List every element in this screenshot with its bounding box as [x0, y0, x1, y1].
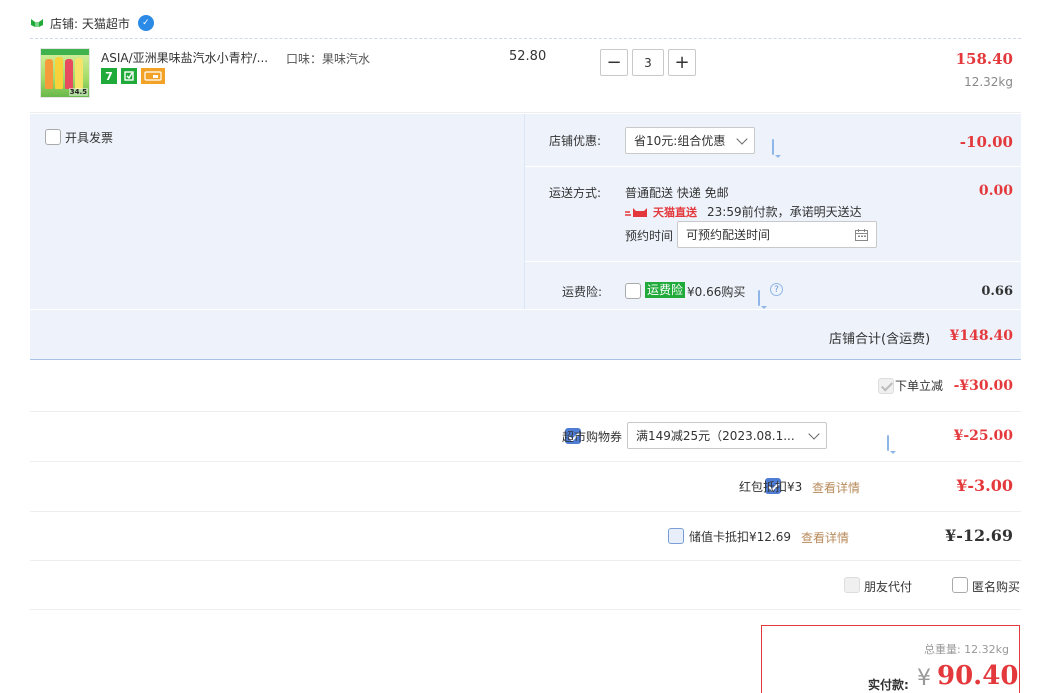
red-packet-label[interactable]: 红包抵扣¥3	[739, 478, 802, 495]
tmall-cat-icon	[625, 206, 651, 218]
insurance-label: 运费险:	[562, 285, 603, 299]
product-image[interactable]: 34.5	[40, 48, 90, 98]
shop-header: 店铺: 天猫超市 ✓	[30, 14, 154, 32]
guarantee-icon[interactable]	[121, 68, 137, 84]
insurance-checkbox[interactable]	[625, 283, 641, 299]
shipping-label: 运送方式:	[549, 186, 602, 200]
invoice-checkbox[interactable]	[45, 129, 61, 145]
stored-card-amount: ¥-12.69	[945, 526, 1013, 545]
product-flavor: 口味：果味汽水	[286, 52, 371, 66]
help-icon[interactable]: ?	[770, 283, 783, 296]
coupon-select[interactable]: 满149减25元（2023.08.1...	[627, 422, 827, 449]
stored-card-checkbox[interactable]	[668, 528, 684, 544]
shop-total-amount: ¥148.40	[949, 328, 1013, 344]
shipping-method: 普通配送 快递 免邮	[625, 186, 729, 200]
friend-pay-label: 朋友代付	[864, 580, 913, 594]
insurance-amount: 0.66	[981, 284, 1013, 299]
friend-pay-checkbox	[844, 577, 860, 593]
instant-discount-amount: -¥30.00	[953, 378, 1013, 394]
stored-card-details-link[interactable]: 查看详情	[801, 529, 849, 546]
stored-card-label[interactable]: 储值卡抵扣¥12.69	[689, 528, 791, 545]
pay-amount: 90.40	[937, 661, 1019, 691]
seven-day-return-icon[interactable]: 7	[101, 68, 117, 84]
shop-total-divider	[30, 309, 1021, 310]
schedule-time-picker[interactable]: 可预约配送时间	[677, 221, 877, 248]
schedule-time-value: 可预约配送时间	[686, 228, 771, 242]
chevron-down-icon	[736, 132, 748, 145]
shop-discount-select[interactable]: 省10元:组合优惠	[625, 127, 755, 154]
card-pay-icon[interactable]	[141, 68, 165, 84]
shop-discount-amount: -10.00	[959, 133, 1013, 151]
product-badges: 7	[101, 68, 165, 84]
delivery-promise: 23:59前付款，承诺明天送达	[707, 205, 862, 219]
coupon-message-icon[interactable]	[886, 435, 889, 451]
insurance-message-icon[interactable]	[758, 290, 760, 306]
insurance-price: ¥0.66购买	[687, 285, 746, 299]
invoice-label[interactable]: 开具发票	[65, 129, 113, 146]
quantity-input[interactable]	[632, 49, 664, 76]
instant-discount-checkbox	[878, 378, 894, 394]
tmall-direct-label: 天猫直送	[653, 206, 697, 219]
quantity-increase-button[interactable]: +	[668, 49, 696, 76]
red-packet-amount: ¥-3.00	[956, 476, 1013, 495]
shop-name[interactable]: 店铺: 天猫超市	[50, 15, 130, 32]
shop-icon	[30, 17, 44, 29]
item-weight: 12.32kg	[964, 75, 1013, 89]
coupon-amount: ¥-25.00	[953, 428, 1013, 444]
quantity-decrease-button[interactable]: −	[600, 49, 628, 76]
anonymous-label[interactable]: 匿名购买	[972, 578, 1020, 595]
anonymous-checkbox[interactable]	[952, 577, 968, 593]
image-price-tag: 34.5	[68, 88, 88, 96]
pay-currency: ¥	[917, 666, 931, 691]
instant-discount-label: 下单立减	[895, 379, 944, 393]
shop-discount-value: 省10元:组合优惠	[634, 134, 726, 148]
shop-total-label: 店铺合计(含运费)	[829, 332, 931, 347]
item-subtotal: 158.40	[955, 50, 1013, 68]
product-title[interactable]: ASIA/亚洲果味盐汽水小青柠/...	[101, 49, 281, 66]
wangwang-icon[interactable]: ✓	[137, 15, 154, 31]
schedule-label: 预约时间	[625, 229, 674, 243]
payment-summary-box: 总重量: 12.32kg 实付款: ¥ 90.40	[761, 625, 1020, 693]
message-icon[interactable]	[772, 139, 774, 155]
tmall-direct-badge: 天猫直送	[625, 204, 697, 220]
red-packet-details-link[interactable]: 查看详情	[812, 479, 860, 496]
coupon-value: 满149减25元（2023.08.1...	[636, 429, 795, 443]
shop-discount-label: 店铺优惠:	[549, 134, 602, 148]
chevron-down-icon	[808, 427, 820, 440]
total-weight: 总重量: 12.32kg	[923, 643, 1009, 656]
insurance-tag: 运费险	[645, 282, 686, 298]
coupon-label[interactable]: 超市购物券	[562, 428, 622, 445]
calendar-icon	[855, 228, 868, 241]
pay-label: 实付款:	[868, 678, 909, 692]
unit-price: 52.80	[509, 49, 547, 64]
shipping-amount: 0.00	[978, 183, 1013, 199]
quantity-stepper: − +	[600, 49, 696, 76]
